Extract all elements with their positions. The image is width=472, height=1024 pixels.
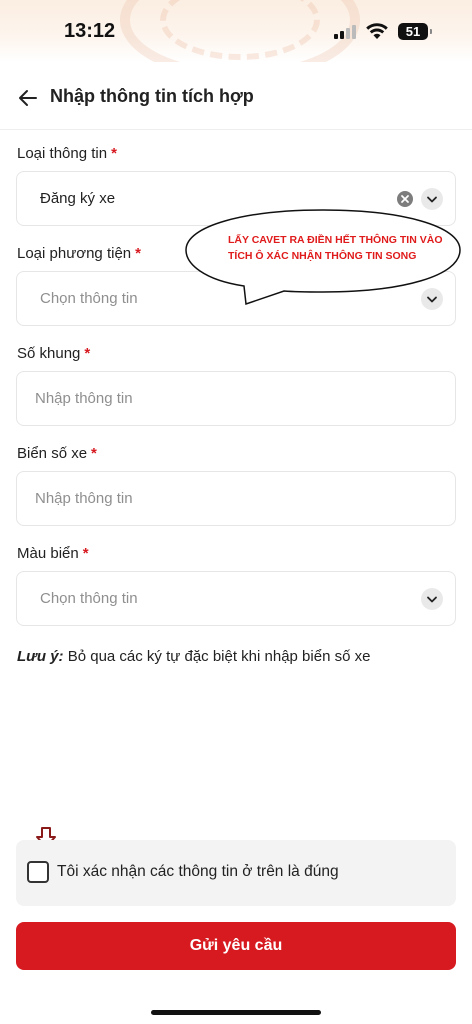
- plate-number-input[interactable]: Nhập thông tin: [16, 471, 456, 526]
- required-mark: *: [135, 245, 141, 262]
- chassis-number-input[interactable]: Nhập thông tin: [16, 371, 456, 426]
- back-arrow-icon[interactable]: [16, 86, 40, 110]
- required-mark: *: [111, 145, 117, 162]
- annotation-text: LẤY CAVET RA ĐIỀN HẾT THÔNG TIN VÀO TÍCH…: [228, 232, 458, 264]
- plate-color-label: Màu biển *: [17, 545, 89, 562]
- confirm-label[interactable]: Tôi xác nhận các thông tin ở trên là đún…: [57, 863, 339, 881]
- plate-number-label: Biển số xe *: [17, 445, 97, 462]
- info-type-label: Loại thông tin *: [17, 145, 117, 162]
- chassis-number-placeholder: Nhập thông tin: [35, 390, 133, 407]
- status-bar: 13:12 51: [0, 0, 472, 62]
- clear-icon[interactable]: [397, 191, 413, 207]
- status-time: 13:12: [64, 20, 116, 42]
- cellular-signal-icon: [334, 25, 358, 39]
- chassis-number-label-text: Số khung: [17, 345, 81, 362]
- info-type-label-text: Loại thông tin: [17, 145, 108, 162]
- confirm-checkbox[interactable]: [27, 861, 49, 883]
- annotation-line-1: LẤY CAVET RA ĐIỀN HẾT THÔNG TIN VÀO: [228, 234, 443, 246]
- home-indicator[interactable]: [151, 1010, 321, 1015]
- header-divider: [0, 129, 472, 130]
- info-type-value: Đăng ký xe: [40, 190, 116, 207]
- vehicle-type-placeholder: Chọn thông tin: [40, 290, 138, 307]
- vehicle-type-label: Loại phương tiện *: [17, 245, 141, 262]
- app-header: Nhập thông tin tích hợp: [0, 74, 472, 122]
- vehicle-type-label-text: Loại phương tiện: [17, 245, 132, 262]
- plate-color-select[interactable]: Chọn thông tin: [16, 571, 456, 626]
- plate-color-placeholder: Chọn thông tin: [40, 590, 138, 607]
- page-title: Nhập thông tin tích hợp: [50, 86, 254, 106]
- note-body: Bỏ qua các ký tự đặc biệt khi nhập biển …: [63, 648, 371, 665]
- plate-color-label-text: Màu biển: [17, 545, 79, 562]
- note-prefix: Lưu ý:: [17, 648, 64, 665]
- required-mark: *: [84, 345, 91, 362]
- plate-number-label-text: Biển số xe: [17, 445, 88, 462]
- confirm-panel: Tôi xác nhận các thông tin ở trên là đún…: [16, 840, 456, 906]
- note-text: Lưu ý: Bỏ qua các ký tự đặc biệt khi nhậ…: [17, 648, 370, 665]
- submit-button[interactable]: Gửi yêu cầu: [16, 922, 456, 970]
- annotation-line-2: TÍCH Ô XÁC NHẬN THÔNG TIN SONG: [228, 250, 417, 262]
- chevron-down-icon[interactable]: [421, 588, 443, 610]
- wifi-icon: [366, 23, 388, 39]
- required-mark: *: [91, 445, 97, 462]
- plate-number-placeholder: Nhập thông tin: [35, 490, 133, 507]
- chassis-number-label: Số khung *: [17, 345, 90, 362]
- battery-icon: 51: [398, 23, 432, 40]
- required-mark: *: [82, 545, 89, 562]
